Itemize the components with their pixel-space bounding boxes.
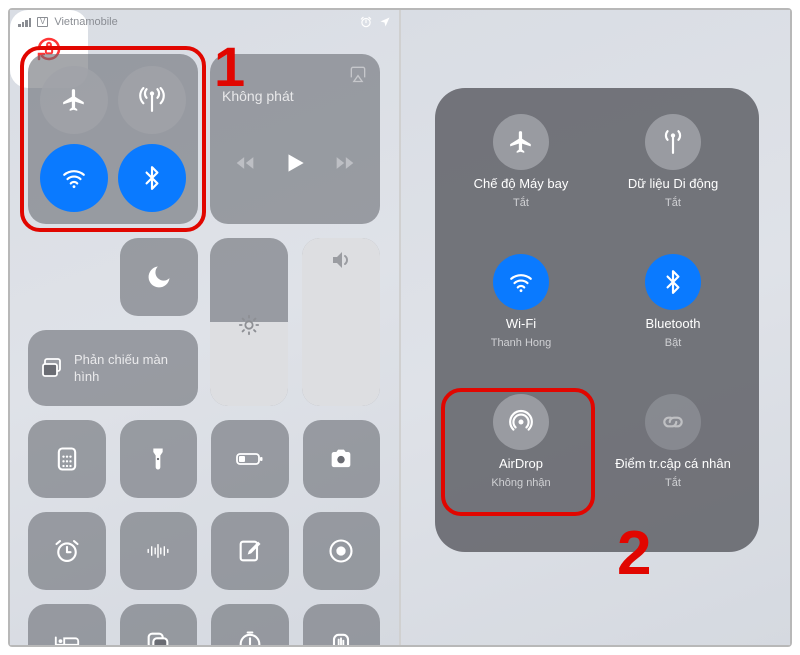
connectivity-expanded-module: Chế độ Máy bay Tắt Dữ liệu Di động Tắt W… [435,88,759,552]
cellular-data-toggle[interactable] [118,66,186,134]
airplane-icon [61,87,87,113]
shortcut-button[interactable] [120,604,198,645]
wifi-toggle[interactable] [40,144,108,212]
bluetooth-item[interactable]: Bluetooth Bật [597,248,749,388]
camera-button[interactable] [303,420,381,498]
wifi-label: Wi-Fi [506,316,536,331]
brightness-slider[interactable] [210,238,288,406]
calculator-button[interactable] [28,420,106,498]
cell-tower-icon [139,87,165,113]
carrier-label: Vietnamobile [54,16,117,28]
airplane-icon [508,129,534,155]
moon-icon [145,263,173,291]
bluetooth-status: Bật [665,337,682,349]
screen-mirroring-button[interactable]: Phản chiếu màn hình [28,330,198,406]
wifi-status: Thanh Hong [491,337,552,349]
annotation-1: 1 [214,34,245,99]
airdrop-icon [508,409,534,435]
bluetooth-icon [660,269,686,295]
link-icon [660,409,686,435]
hotspot-status: Tắt [665,477,681,489]
airdrop-item[interactable]: AirDrop Không nhận [445,388,597,528]
bluetooth-label: Bluetooth [646,316,701,331]
previous-track-button[interactable] [235,153,255,173]
wifi-icon [508,269,534,295]
alarm-button[interactable] [28,512,106,590]
cellular-label: Dữ liệu Di động [628,176,718,191]
flashlight-button[interactable] [120,420,198,498]
connectivity-module[interactable] [28,54,198,224]
hearing-button[interactable] [303,604,381,645]
record-icon [327,537,355,565]
screen-record-button[interactable] [303,512,381,590]
waveform-icon [144,537,172,565]
timer-icon [236,629,264,645]
notes-button[interactable] [211,512,289,590]
battery-icon [236,445,264,473]
cellular-status: Tắt [665,197,681,209]
hotspot-label: Điểm tr.cập cá nhân [615,456,731,471]
wifi-icon [61,165,87,191]
shortcut-grid [28,420,380,645]
hearing-icon [327,629,355,645]
airplane-mode-item[interactable]: Chế độ Máy bay Tắt [445,108,597,248]
annotation-2: 2 [617,518,651,589]
compose-icon [236,537,264,565]
carrier-indicator: V [37,17,48,27]
airdrop-status: Không nhận [491,477,550,489]
voice-memo-button[interactable] [120,512,198,590]
screen-mirror-icon [40,356,64,380]
bluetooth-icon [139,165,165,191]
hotspot-item[interactable]: Điểm tr.cập cá nhân Tắt [597,388,749,528]
status-bar: V Vietnamobile [10,10,399,34]
screen-mirror-label: Phản chiếu màn hình [74,351,186,385]
signal-bars-icon [18,17,31,27]
airplane-status: Tắt [513,197,529,209]
airplane-label: Chế độ Máy bay [474,176,569,191]
airplane-mode-toggle[interactable] [40,66,108,134]
sleep-button[interactable] [28,604,106,645]
bluetooth-toggle[interactable] [118,144,186,212]
sun-icon [238,314,260,336]
bed-icon [53,629,81,645]
speaker-icon [329,248,353,272]
control-center-compact: V Vietnamobile [10,10,401,645]
timer-button[interactable] [211,604,289,645]
location-status-icon [379,16,391,28]
alarm-icon [53,537,81,565]
cellular-data-item[interactable]: Dữ liệu Di động Tắt [597,108,749,248]
cell-tower-icon [660,129,686,155]
flashlight-icon [144,445,172,473]
calculator-icon [53,445,81,473]
control-center-expanded: Chế độ Máy bay Tắt Dữ liệu Di động Tắt W… [401,10,790,645]
low-power-button[interactable] [211,420,289,498]
wifi-item[interactable]: Wi-Fi Thanh Hong [445,248,597,388]
volume-slider[interactable] [302,238,380,406]
play-button[interactable] [282,150,308,176]
do-not-disturb-toggle[interactable] [120,238,198,316]
alarm-status-icon [359,15,373,29]
camera-icon [327,445,355,473]
stacked-squares-icon [144,629,172,645]
next-track-button[interactable] [335,153,355,173]
airplay-icon[interactable] [348,64,368,84]
airdrop-label: AirDrop [499,456,543,471]
